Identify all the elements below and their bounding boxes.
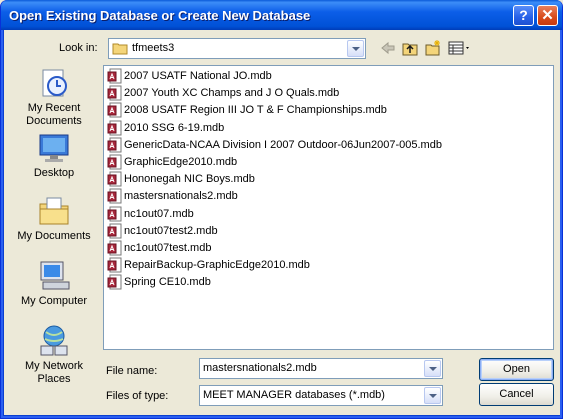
place-label: Desktop [33,167,75,179]
file-name: 2010 SSG 6-19.mdb [124,121,225,134]
close-button[interactable]: ✕ [537,5,558,26]
place-my-documents[interactable]: My Documents [7,194,101,243]
title-bar[interactable]: Open Existing Database or Create New Dat… [1,0,562,30]
file-name: 2007 Youth XC Champs and J O Quals.mdb [124,87,340,100]
file-name: Spring CE10.mdb [124,276,211,289]
access-database-icon [107,206,122,222]
dialog-body: Look in: tfmeets3 My Recent Documents De… [5,30,560,415]
file-name: nc1out07.mdb [124,207,194,220]
look-in-dropdown[interactable]: tfmeets3 [108,38,366,59]
chevron-down-icon[interactable] [347,40,364,57]
place-label: My Network Places [24,360,84,385]
access-database-icon [107,137,122,153]
file-list[interactable]: 2007 USATF National JO.mdb 2007 Youth XC … [103,65,554,350]
place-my-network-places[interactable]: My Network Places [7,324,101,386]
desktop-icon [39,134,69,162]
access-database-icon [107,188,122,204]
chevron-down-icon[interactable] [424,387,441,404]
my-network-places-icon [40,325,68,356]
access-database-icon [107,223,122,239]
files-of-type-dropdown[interactable]: MEET MANAGER databases (*.mdb) [199,385,443,406]
access-database-icon [107,120,122,136]
file-name: nc1out07test.mdb [124,242,212,254]
file-name: GraphicEdge2010.mdb [124,156,238,168]
open-button[interactable]: Open [479,358,554,381]
place-label: My Recent Documents [26,102,82,127]
place-label: My Documents [17,230,91,242]
help-button[interactable]: ? [513,5,534,26]
dialog-title: Open Existing Database or Create New Dat… [9,8,311,23]
access-database-icon [107,154,122,170]
file-name: GenericData-NCAA Division I 2007 Outdoor… [124,138,442,151]
access-database-icon [107,102,122,118]
file-name: nc1out07test2.mdb [124,224,218,237]
place-label: My Computer [20,295,88,307]
my-documents-icon [39,197,69,225]
access-database-icon [107,171,122,187]
places-bar: My Recent Documents Desktop My Documents [7,66,101,409]
file-name-field[interactable]: mastersnationals2.mdb [199,358,443,379]
view-menu-icon[interactable] [448,40,472,56]
recent-documents-icon [42,69,67,97]
file-name: 2008 USATF Region III JO T & F Champions… [124,104,387,117]
back-arrow-icon[interactable] [380,40,396,56]
chevron-down-icon[interactable] [424,360,441,377]
access-database-icon [107,240,122,256]
files-of-type-value: MEET MANAGER databases (*.mdb) [203,389,385,401]
cancel-button[interactable]: Cancel [479,383,554,406]
place-my-recent-documents[interactable]: My Recent Documents [7,66,101,128]
file-name: RepairBackup-GraphicEdge2010.mdb [124,259,310,272]
up-folder-icon[interactable] [402,40,418,56]
open-database-dialog: Open Existing Database or Create New Dat… [0,0,563,419]
look-in-label: Look in: [59,42,98,54]
place-my-computer[interactable]: My Computer [7,259,101,308]
place-desktop[interactable]: Desktop [7,131,101,180]
file-name: 2007 USATF National JO.mdb [124,70,272,82]
files-of-type-label: Files of type: [106,390,169,402]
my-computer-icon [40,261,70,290]
file-name-value: mastersnationals2.mdb [203,362,317,374]
access-database-icon [107,257,122,273]
folder-icon [112,43,128,55]
new-folder-icon[interactable] [425,40,441,56]
access-database-icon [107,68,122,84]
look-in-value: tfmeets3 [132,42,175,54]
access-database-icon [107,274,122,290]
file-name: mastersnationals2.mdb [124,190,238,203]
file-name-label: File name: [106,365,158,377]
access-database-icon [107,85,122,101]
file-name: Hononegah NIC Boys.mdb [124,173,255,186]
